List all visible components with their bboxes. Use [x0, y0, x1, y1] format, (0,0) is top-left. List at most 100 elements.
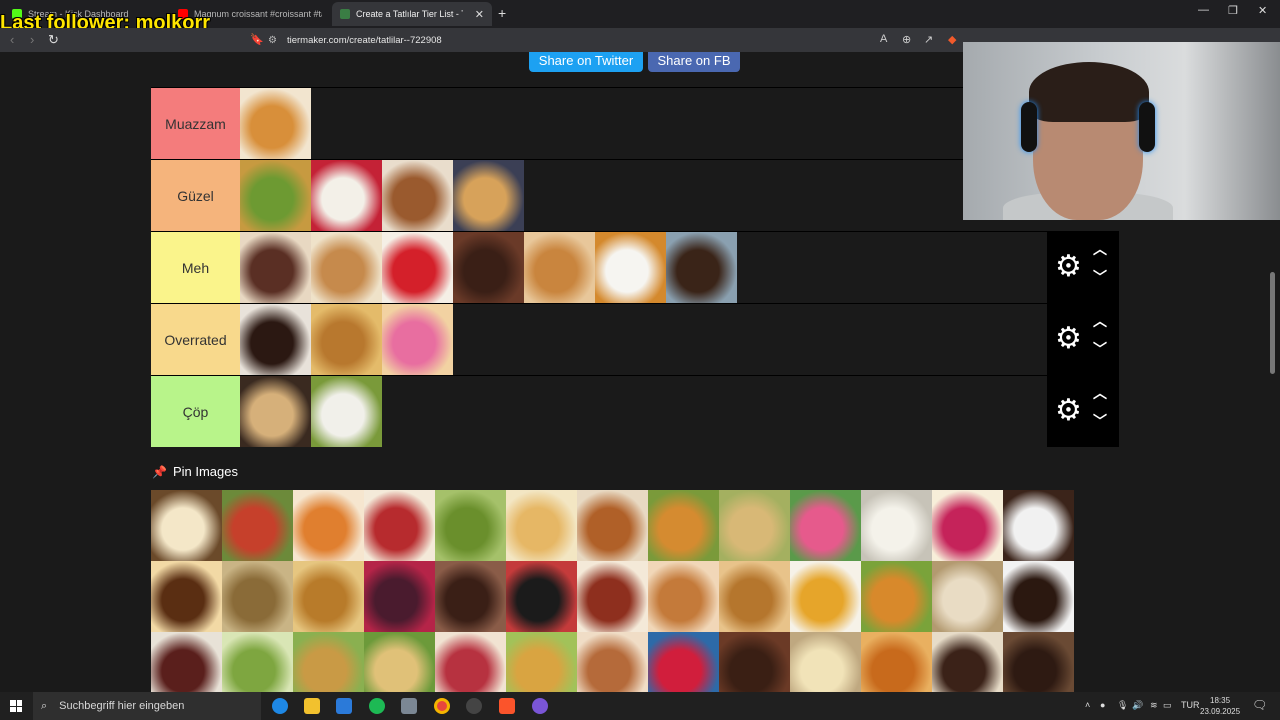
store-app-icon[interactable] [336, 698, 352, 714]
edge-app-icon[interactable] [272, 698, 288, 714]
file-explorer-icon[interactable] [304, 698, 320, 714]
bookmark-icon[interactable]: 🔖 [250, 33, 264, 46]
tiramisu-tray-image[interactable] [222, 561, 293, 632]
page-scrollbar[interactable] [1270, 272, 1275, 374]
restore-icon[interactable]: ❐ [1228, 4, 1238, 17]
basque-cheesecake-image[interactable] [151, 561, 222, 632]
berry-bowl-image[interactable] [435, 632, 506, 692]
ice-cream-cake-image[interactable] [240, 232, 311, 303]
tray-chevron-icon[interactable]: ˄ [1085, 700, 1090, 710]
translate-icon[interactable]: A [880, 33, 887, 45]
back-icon[interactable]: ‹ [10, 32, 14, 47]
cheesecake-image[interactable] [311, 160, 382, 231]
cannoli-image[interactable] [240, 376, 311, 447]
baklava-image[interactable] [240, 160, 311, 231]
croissant-image[interactable] [240, 88, 311, 159]
chevron-down-icon[interactable]: ﹀ [1093, 411, 1107, 431]
obs-app-icon[interactable] [466, 698, 482, 714]
brave-app-icon[interactable] [499, 698, 515, 714]
waffle-image[interactable] [719, 561, 790, 632]
chocolate-layer-image[interactable] [435, 561, 506, 632]
tomato-dessert-image[interactable] [222, 490, 293, 561]
chrome-app-icon[interactable] [434, 698, 450, 714]
madeleines-image[interactable] [648, 561, 719, 632]
raspberry-cheesecake-image[interactable] [932, 490, 1003, 561]
kadayif-image[interactable] [861, 561, 932, 632]
leaf-cookies-image[interactable] [382, 160, 453, 231]
trilece-image[interactable] [577, 561, 648, 632]
chevron-up-icon[interactable]: ︿ [1093, 311, 1107, 331]
chevron-down-icon[interactable]: ﹀ [1093, 267, 1107, 287]
brave-shield-icon[interactable]: ◆ [948, 33, 956, 46]
salami-chocolate-image[interactable] [1003, 632, 1074, 692]
tier-label[interactable]: Muazzam [151, 88, 240, 159]
green-bars-image[interactable] [222, 632, 293, 692]
cookie-rolls-image[interactable] [932, 561, 1003, 632]
tier-label[interactable]: Güzel [151, 160, 240, 231]
sprinkle-donuts-image[interactable] [382, 304, 453, 375]
chevron-up-icon[interactable]: ︿ [1093, 383, 1107, 403]
volume-icon[interactable]: 🔊 [1132, 700, 1143, 711]
discord-app-icon[interactable] [532, 698, 548, 714]
microphone-icon[interactable]: 🎙 [1117, 700, 1128, 711]
kunefe-bowl-image[interactable] [453, 160, 524, 231]
baklava-plate-image[interactable] [293, 632, 364, 692]
share-twitter-button[interactable]: Share on Twitter [529, 52, 643, 72]
forward-icon[interactable]: › [30, 32, 34, 47]
macarons-image[interactable] [790, 490, 861, 561]
site-info-icon[interactable]: ⚙ [268, 35, 277, 46]
lava-cake-image[interactable] [1003, 561, 1074, 632]
minimize-icon[interactable]: — [1198, 4, 1209, 16]
kunefe-slice-image[interactable] [506, 632, 577, 692]
tier-label[interactable]: Çöp [151, 376, 240, 447]
reload-icon[interactable]: ↻ [48, 32, 59, 48]
chevron-up-icon[interactable]: ︿ [1093, 239, 1107, 259]
pudding-cup-image[interactable] [790, 632, 861, 692]
close-tab-icon[interactable]: ✕ [475, 8, 484, 21]
cake-roll-image[interactable] [577, 632, 648, 692]
eclairs-image[interactable] [666, 232, 737, 303]
berry-tart-image[interactable] [364, 561, 435, 632]
semolina-squares-image[interactable] [719, 490, 790, 561]
share-facebook-button[interactable]: Share on FB [648, 52, 740, 72]
tab-tiermaker[interactable]: Create a Tatlılar Tier List - TierMaker … [332, 2, 492, 26]
chocolate-muffin-image[interactable] [719, 632, 790, 692]
profiteroles-image[interactable] [1003, 490, 1074, 561]
brownie-image[interactable] [453, 232, 524, 303]
flan-image[interactable] [790, 561, 861, 632]
close-window-icon[interactable]: ✕ [1258, 4, 1267, 17]
gear-icon[interactable]: ⚙ [1055, 324, 1082, 354]
notifications-icon[interactable]: 🗨 [1252, 698, 1267, 712]
walnut-baklava-image[interactable] [311, 304, 382, 375]
kunefe-image[interactable] [648, 490, 719, 561]
pistachio-cake-image[interactable] [435, 490, 506, 561]
lokma-image[interactable] [861, 632, 932, 692]
taskbar-search[interactable]: ⌕ Suchbegriff hier eingeben [33, 692, 261, 720]
coconut-dessert-image[interactable] [311, 376, 382, 447]
zoom-icon[interactable]: ⊕ [902, 33, 911, 46]
windows-start-icon[interactable] [10, 700, 22, 712]
calculator-app-icon[interactable] [401, 698, 417, 714]
chevron-down-icon[interactable]: ﹀ [1093, 339, 1107, 359]
sutlac-image[interactable] [293, 561, 364, 632]
spotify-app-icon[interactable] [369, 698, 385, 714]
strudel-image[interactable] [524, 232, 595, 303]
new-tab-icon[interactable]: + [498, 5, 506, 21]
sekerpare-image[interactable] [293, 490, 364, 561]
gear-icon[interactable]: ⚙ [1055, 252, 1082, 282]
tier-label[interactable]: Meh [151, 232, 240, 303]
japanese-cheesecake-image[interactable] [151, 490, 222, 561]
trifle-glass-image[interactable] [506, 561, 577, 632]
creme-brulee-image[interactable] [595, 232, 666, 303]
share-icon[interactable]: ↗ [924, 33, 933, 46]
sobiyet-image[interactable] [364, 632, 435, 692]
cream-dessert-image[interactable] [861, 490, 932, 561]
gear-icon[interactable]: ⚙ [1055, 396, 1082, 426]
red-velvet-slice-image[interactable] [364, 490, 435, 561]
red-velvet-image[interactable] [382, 232, 453, 303]
taskbar-clock[interactable]: 18:35 23.09.2025 [1200, 695, 1240, 717]
mosaic-cake-image[interactable] [932, 632, 1003, 692]
revani-image[interactable] [506, 490, 577, 561]
network-icon[interactable]: ≋ [1150, 700, 1158, 711]
chocolate-roll-image[interactable] [151, 632, 222, 692]
